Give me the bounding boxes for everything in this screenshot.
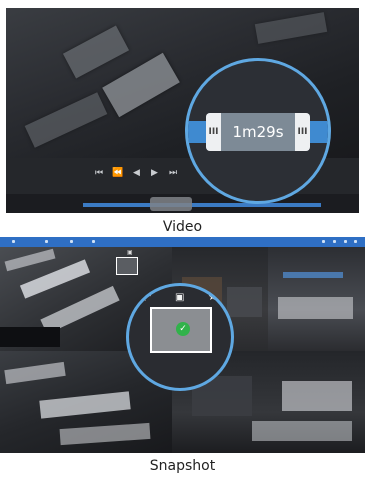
skip-back-icon[interactable]: ⏮	[95, 168, 103, 178]
star-icon[interactable]: ★	[208, 292, 217, 303]
camera-view-3[interactable]	[268, 247, 365, 351]
check-icon: ✓	[176, 322, 190, 336]
skip-forward-icon[interactable]: ⏭	[169, 168, 177, 178]
snapshot-zoom-callout: ⤢ ▣ ★ ✓	[126, 283, 234, 391]
timeline-zoom-callout: III 1m29s III	[185, 58, 331, 204]
scene-desk	[254, 12, 328, 44]
window-icon[interactable]	[333, 240, 336, 243]
timeline-thumb[interactable]	[150, 197, 192, 211]
captured-snapshot-image: ✓	[150, 307, 212, 353]
small-camera-icon[interactable]: ▣	[127, 249, 133, 256]
menu-icon[interactable]	[45, 240, 48, 243]
window-icon[interactable]	[354, 240, 357, 243]
window-icon[interactable]	[344, 240, 347, 243]
scene-desk	[24, 92, 108, 148]
thumb-handle-left[interactable]: III	[206, 113, 221, 151]
play-reverse-icon[interactable]: ◀	[133, 168, 140, 178]
play-icon[interactable]: ▶	[151, 168, 158, 178]
snapshot-thumbnail	[116, 257, 138, 275]
camera-icon[interactable]: ▣	[175, 292, 184, 303]
menu-icon[interactable]	[70, 240, 73, 243]
thumb-time-label: 1m29s	[232, 123, 284, 141]
video-caption: Video	[162, 219, 203, 235]
step-back-icon[interactable]: ⏪	[112, 168, 123, 178]
zoomed-time-thumb[interactable]: III 1m29s III	[206, 113, 310, 151]
timeline-track[interactable]	[83, 203, 321, 207]
snapshot-panel: ▣ ⤢ ▣ ★ ✓	[0, 237, 365, 453]
expand-icon[interactable]: ⤢	[143, 292, 151, 303]
snapshot-caption: Snapshot	[149, 458, 216, 474]
window-icon[interactable]	[322, 240, 325, 243]
video-player-panel: ⏮ ⏪ ◀ ▶ ⏭ III 1m29s III	[6, 8, 359, 213]
thumb-handle-right[interactable]: III	[295, 113, 310, 151]
menu-icon[interactable]	[12, 240, 15, 243]
scene-desk	[62, 25, 130, 79]
menu-icon[interactable]	[92, 240, 95, 243]
scene-desk	[102, 52, 180, 118]
app-top-bar	[0, 237, 365, 247]
